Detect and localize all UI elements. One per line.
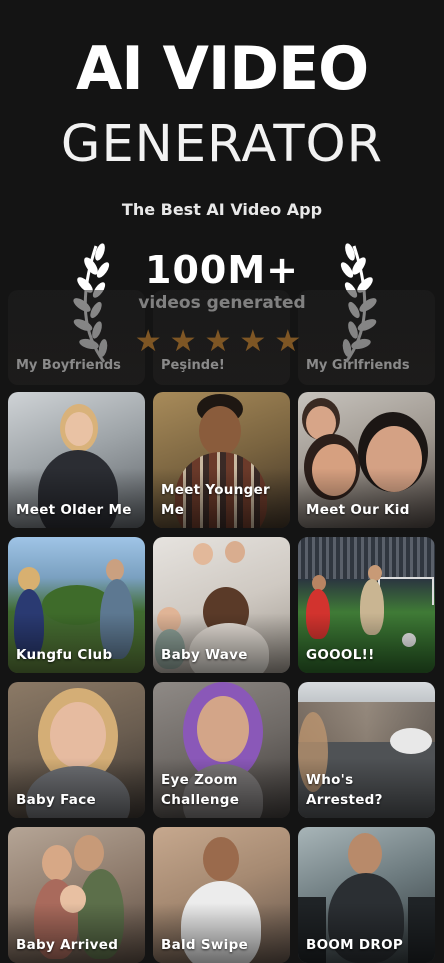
subtitle: The Best AI Video App [121,200,323,219]
tile-label: Baby Arrived [16,937,119,953]
previous-row-labels: My Boyfriends Peşinde! My Girlfriends [0,290,444,385]
tile-label: Baby Wave [161,647,248,663]
tile-baby-wave[interactable]: Baby Wave [153,537,290,673]
title-line-2: GENERATOR [60,115,384,174]
tile-label: Meet Younger Me [161,482,271,518]
tile-label: Kungfu Club [16,647,113,663]
tile-label: Who's Arrested? [306,772,383,808]
tile-label: Meet Older Me [16,502,132,518]
tile-baby-face[interactable]: Baby Face [8,682,145,818]
tile-label: Peşinde! [161,358,225,373]
tile-meet-our-kid[interactable]: Meet Our Kid [298,392,435,528]
tile-eye-zoom-challenge[interactable]: Eye Zoom Challenge [153,682,290,818]
tile-kungfu-club[interactable]: Kungfu Club [8,537,145,673]
tile-label: My Girlfriends [306,358,410,373]
tile-goool[interactable]: GOOOL!! [298,537,435,673]
tile-label: Meet Our Kid [306,502,410,518]
tile-label: BOOM DROP [306,937,404,953]
tile-label: My Boyfriends [16,358,121,373]
tile-boom-drop[interactable]: BOOM DROP [298,827,435,963]
tile-meet-younger-me[interactable]: Meet Younger Me [153,392,290,528]
tile-whos-arrested[interactable]: Who's Arrested? [298,682,435,818]
tile-bald-swipe[interactable]: Bald Swipe [153,827,290,963]
tile-label: Eye Zoom Challenge [161,772,240,808]
title-line-1: AI VIDEO [75,34,369,104]
tile-baby-arrived[interactable]: Baby Arrived [8,827,145,963]
videos-count: 100M+ [145,248,299,292]
tile-label: Baby Face [16,792,96,808]
tile-label: GOOOL!! [306,647,375,663]
tile-meet-older-me[interactable]: Meet Older Me [8,392,145,528]
tile-label: Bald Swipe [161,937,249,953]
